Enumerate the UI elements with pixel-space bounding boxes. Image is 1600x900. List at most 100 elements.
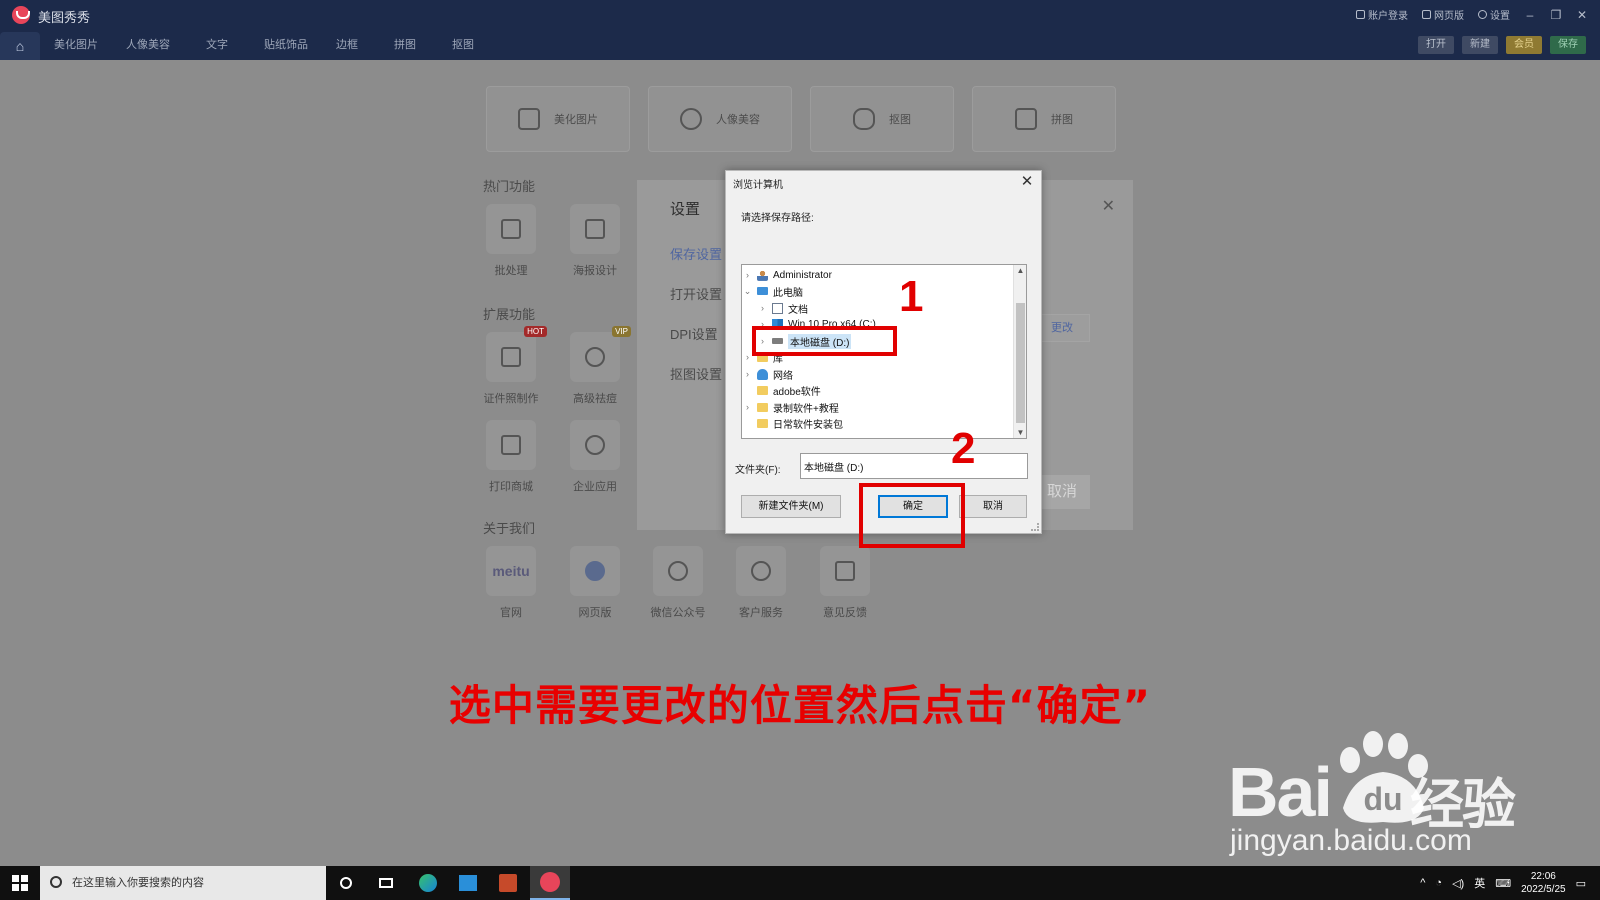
main-feature-cards: 美化图片 人像美容 抠图 拼图 xyxy=(486,86,1116,152)
phone-call-icon xyxy=(751,561,771,581)
baidu-watermark-brand: Bai xyxy=(1228,753,1333,831)
chevron-down-icon[interactable]: ⌄ xyxy=(743,286,752,297)
resize-grip[interactable] xyxy=(1031,523,1039,531)
chevron-up-icon[interactable]: ^ xyxy=(1420,877,1425,889)
mail-icon xyxy=(835,561,855,581)
about-wechat[interactable]: 微信公众号 xyxy=(638,546,718,620)
tab-portrait[interactable]: 人像美容 xyxy=(112,30,184,60)
settings-item-cutout[interactable]: 抠图设置 xyxy=(670,364,722,404)
change-path-button[interactable]: 更改 xyxy=(1034,314,1090,342)
settings-item-save[interactable]: 保存设置 xyxy=(670,244,722,284)
tree-item-network[interactable]: › 网络 xyxy=(743,366,793,382)
image-icon xyxy=(518,108,540,130)
chevron-right-icon[interactable]: › xyxy=(743,352,752,362)
task-view-icon[interactable] xyxy=(366,866,406,900)
cutout-icon xyxy=(853,108,875,130)
close-icon[interactable]: ✕ xyxy=(1102,196,1115,216)
feature-id-photo[interactable]: HOT 证件照制作 xyxy=(471,326,551,406)
windows-start-icon[interactable] xyxy=(12,875,28,891)
meitu-circle-icon xyxy=(585,561,605,581)
card-beautify[interactable]: 美化图片 xyxy=(486,86,630,152)
scroll-thumb[interactable] xyxy=(1016,303,1025,423)
about-feedback[interactable]: 意见反馈 xyxy=(805,546,885,620)
settings-menu: 保存设置 打开设置 DPI设置 抠图设置 xyxy=(670,244,722,404)
dialog-title: 浏览计算机 xyxy=(733,180,783,191)
settings-cancel-button[interactable]: 取消 xyxy=(1034,475,1090,509)
tree-item-installers[interactable]: 日常软件安装包 xyxy=(743,415,843,431)
open-button[interactable]: 打开 xyxy=(1418,36,1454,54)
tab-beautify[interactable]: 美化图片 xyxy=(40,30,112,60)
store-app-icon[interactable] xyxy=(448,866,488,900)
enterprise-icon xyxy=(585,435,605,455)
title-bar-actions: 账户登录 网页版 设置 – ❐ ✕ xyxy=(1356,7,1588,22)
tree-item-recording[interactable]: › 录制软件+教程 xyxy=(743,399,839,415)
volume-icon[interactable]: ◁) xyxy=(1452,877,1464,890)
face-icon xyxy=(680,108,702,130)
settings-link[interactable]: 设置 xyxy=(1478,7,1510,22)
meitu-taskbar-icon[interactable] xyxy=(530,866,570,900)
about-website[interactable]: meitu 官网 xyxy=(471,546,551,620)
ime-indicator[interactable]: 英 xyxy=(1474,875,1485,891)
new-button[interactable]: 新建 xyxy=(1462,36,1498,54)
powerpoint-icon[interactable] xyxy=(488,866,528,900)
settings-item-dpi[interactable]: DPI设置 xyxy=(670,324,722,364)
baidu-watermark-url: jingyan.baidu.com xyxy=(1230,824,1472,857)
tree-scrollbar[interactable]: ▲ ▼ xyxy=(1013,265,1026,438)
card-portrait[interactable]: 人像美容 xyxy=(648,86,792,152)
dialog-close-icon[interactable]: ✕ xyxy=(1018,172,1036,190)
feature-poster[interactable]: 海报设计 xyxy=(555,204,635,278)
chevron-right-icon[interactable]: › xyxy=(758,303,767,313)
about-web-version[interactable]: 网页版 xyxy=(555,546,635,620)
annotation-step-2: 2 xyxy=(951,424,976,473)
document-icon xyxy=(772,302,783,314)
cortana-icon[interactable] xyxy=(326,866,366,900)
scroll-down-icon[interactable]: ▼ xyxy=(1014,428,1026,437)
feature-print[interactable]: 打印商城 xyxy=(471,420,551,494)
tab-collage[interactable]: 拼图 xyxy=(372,30,438,60)
about-us-title: 关于我们 xyxy=(483,521,536,536)
vip-badge: VIP xyxy=(612,326,631,337)
minimize-icon[interactable]: – xyxy=(1524,9,1536,21)
settings-item-open[interactable]: 打开设置 xyxy=(670,284,722,324)
save-button[interactable]: 保存 xyxy=(1550,36,1586,54)
feature-batch[interactable]: 批处理 xyxy=(471,204,551,278)
tab-stickers[interactable]: 贴纸饰品 xyxy=(250,30,322,60)
about-service[interactable]: 客户服务 xyxy=(721,546,801,620)
folder-path-input[interactable] xyxy=(800,453,1028,479)
feature-acne[interactable]: VIP 高级祛痘 xyxy=(555,326,635,406)
chevron-right-icon[interactable]: › xyxy=(743,270,752,280)
scroll-up-icon[interactable]: ▲ xyxy=(1014,266,1026,275)
hot-badge: HOT xyxy=(524,326,547,337)
edge-browser-icon[interactable] xyxy=(408,866,448,900)
chevron-right-icon[interactable]: › xyxy=(743,369,752,379)
tab-cutout[interactable]: 抠图 xyxy=(438,30,488,60)
tree-item-this-pc[interactable]: ⌄ 此电脑 xyxy=(743,283,803,299)
tab-frames[interactable]: 边框 xyxy=(322,30,372,60)
chevron-right-icon[interactable]: › xyxy=(743,402,752,412)
card-cutout[interactable]: 抠图 xyxy=(810,86,954,152)
folder-field-label: 文件夹(F): xyxy=(735,465,781,476)
nav-action-buttons: 打开 新建 会员 保存 xyxy=(1418,36,1586,54)
user-icon xyxy=(1356,10,1365,19)
tree-item-administrator[interactable]: › Administrator xyxy=(743,267,832,283)
new-folder-button[interactable]: 新建文件夹(M) xyxy=(741,495,841,518)
dialog-cancel-button[interactable]: 取消 xyxy=(959,495,1027,518)
instruction-caption: 选中需要更改的位置然后点击“确定” xyxy=(448,681,1152,730)
feature-enterprise[interactable]: 企业应用 xyxy=(555,420,635,494)
close-window-icon[interactable]: ✕ xyxy=(1576,9,1588,21)
restore-icon[interactable]: ❐ xyxy=(1550,9,1562,21)
card-collage[interactable]: 拼图 xyxy=(972,86,1116,152)
taskbar-search[interactable]: 在这里输入你要搜索的内容 xyxy=(40,866,326,900)
web-version-link[interactable]: 网页版 xyxy=(1422,7,1464,22)
notification-icon[interactable]: ▭ xyxy=(1576,877,1586,890)
tree-item-adobe[interactable]: adobe软件 xyxy=(743,382,821,398)
keyboard-icon[interactable]: ⌨ xyxy=(1495,877,1511,890)
tab-text[interactable]: 文字 xyxy=(184,30,250,60)
account-login-link[interactable]: 账户登录 xyxy=(1356,7,1408,22)
vip-button[interactable]: 会员 xyxy=(1506,36,1542,54)
wifi-icon[interactable]: ◔ xyxy=(1435,877,1442,889)
clock[interactable]: 22:06 2022/5/25 xyxy=(1521,870,1566,896)
phone-icon xyxy=(1422,10,1431,19)
home-icon[interactable]: ⌂ xyxy=(0,32,40,60)
tree-item-documents[interactable]: › 文档 xyxy=(758,300,808,316)
